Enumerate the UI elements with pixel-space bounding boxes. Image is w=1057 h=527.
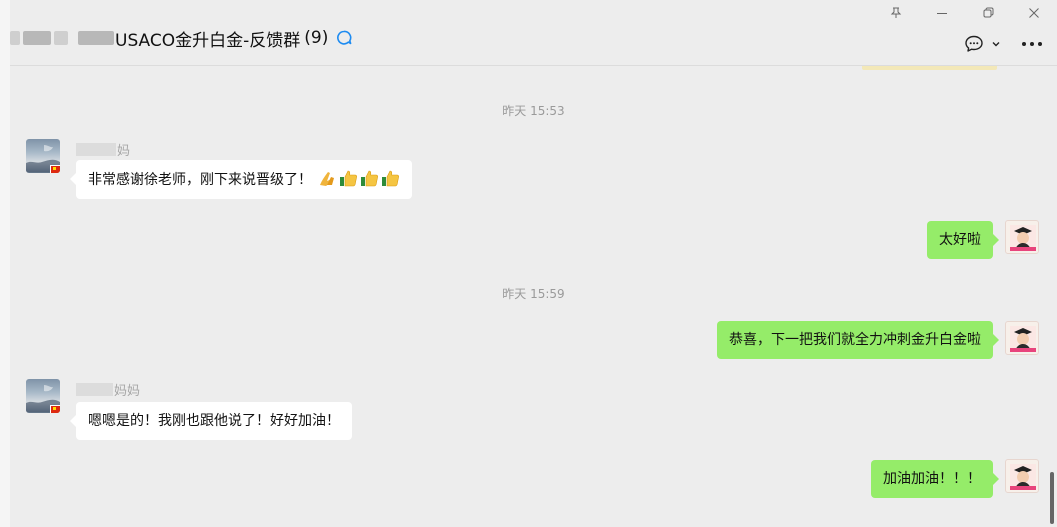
avatar[interactable] bbox=[26, 139, 60, 173]
more-icon[interactable] bbox=[1019, 34, 1045, 54]
message-bubble-incoming[interactable]: 非常感谢徐老师，刚下来说晋级了！ bbox=[69, 160, 413, 199]
close-icon[interactable] bbox=[1011, 0, 1057, 26]
message-text: 非常感谢徐老师，刚下来说晋级了！ bbox=[88, 172, 312, 188]
message-timestamp: 昨天 15:59 bbox=[502, 287, 565, 301]
message-text: 太好啦 bbox=[939, 232, 981, 248]
left-panel-edge bbox=[0, 0, 10, 527]
restore-icon[interactable] bbox=[965, 0, 1011, 26]
message-bubble-outgoing[interactable]: 加油加油！！！ bbox=[871, 460, 999, 498]
minimize-icon[interactable] bbox=[919, 0, 965, 26]
redacted-title-part bbox=[10, 31, 20, 45]
sender-name-visible: 妈 bbox=[117, 144, 131, 159]
avatar[interactable] bbox=[1005, 321, 1039, 355]
pin-icon[interactable] bbox=[873, 0, 919, 26]
message-text: 加油加油！！！ bbox=[883, 471, 981, 487]
message-bubble-incoming[interactable]: 嗯嗯是的！我刚也跟他说了！好好加油！ bbox=[70, 402, 352, 440]
title-bar: USACO金升白金-反馈群 (9) bbox=[10, 0, 1057, 66]
chat-title: USACO金升白金-反馈群 bbox=[115, 30, 301, 51]
message-text: 嗯嗯是的！我刚也跟他说了！好好加油！ bbox=[88, 413, 340, 429]
avatar[interactable] bbox=[1005, 459, 1039, 493]
pray-emoji bbox=[320, 172, 335, 186]
chevron-down-icon[interactable] bbox=[991, 39, 1001, 49]
message-timestamp: 昨天 15:53 bbox=[502, 104, 565, 118]
avatar[interactable] bbox=[26, 379, 60, 413]
window-controls bbox=[873, 0, 1057, 26]
message-text: 恭喜，下一把我们就全力冲刺金升白金啦 bbox=[729, 332, 981, 348]
group-chat-icon[interactable] bbox=[335, 29, 353, 47]
message-bubble-outgoing[interactable]: 恭喜，下一把我们就全力冲刺金升白金啦 bbox=[717, 321, 999, 359]
sender-name: 妈 bbox=[76, 140, 130, 159]
chat-title-row[interactable]: USACO金升白金-反馈群 (9) bbox=[10, 25, 353, 51]
redacted-name bbox=[76, 143, 116, 156]
flag-badge bbox=[50, 405, 60, 413]
scrollbar[interactable] bbox=[1050, 472, 1054, 524]
sender-name-visible: 妈妈 bbox=[114, 384, 141, 399]
redacted-name bbox=[76, 383, 113, 396]
sender-name: 妈妈 bbox=[76, 380, 140, 399]
flag-badge bbox=[50, 165, 60, 173]
thumbs-up-emoji bbox=[361, 170, 379, 187]
chat-actions bbox=[963, 34, 1045, 54]
thumbs-up-emoji bbox=[340, 170, 358, 187]
message-bubble-outgoing[interactable]: 太好啦 bbox=[927, 221, 999, 259]
redacted-title-part bbox=[23, 31, 51, 45]
redacted-title-part bbox=[54, 31, 68, 45]
message-list[interactable]: 昨天 15:53 妈 非常感谢徐老师，刚下来说晋级了！ 太好啦 昨天 15:59… bbox=[10, 67, 1057, 527]
redacted-title-part bbox=[78, 31, 114, 45]
chat-window: USACO金升白金-反馈群 (9) 昨天 15:53 妈 非常感谢徐老师，刚下来… bbox=[10, 0, 1057, 527]
thumbs-up-emoji bbox=[382, 170, 400, 187]
member-count: (9) bbox=[304, 28, 329, 48]
chat-bubble-icon[interactable] bbox=[963, 34, 985, 54]
avatar[interactable] bbox=[1005, 220, 1039, 254]
